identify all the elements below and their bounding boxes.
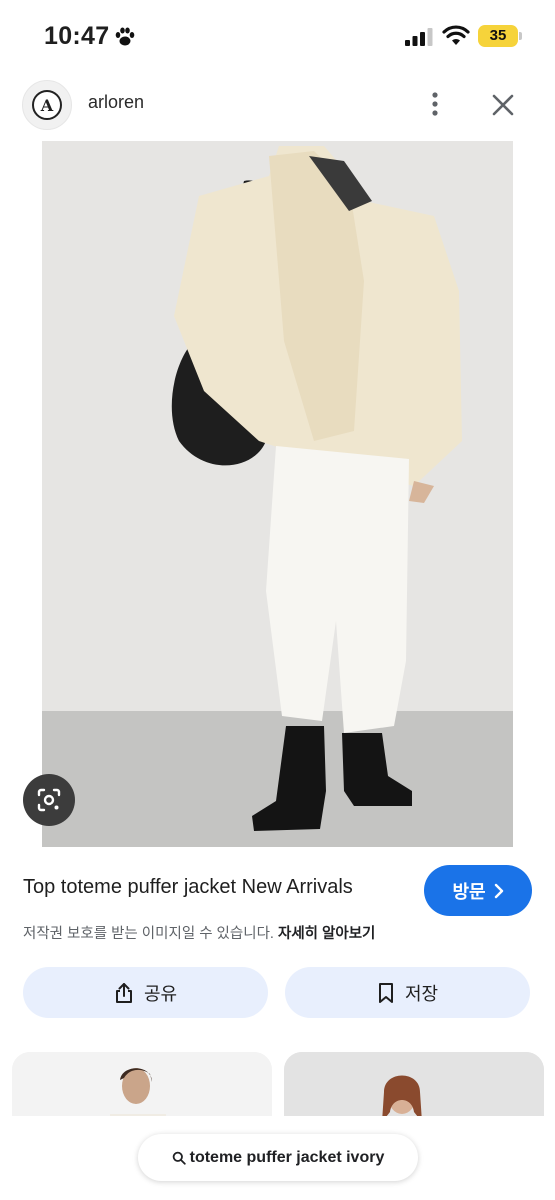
signal-icon: [405, 28, 433, 46]
learn-more-link[interactable]: 자세히 알아보기: [278, 926, 375, 942]
status-bar: 10:47 35: [0, 0, 555, 72]
status-time: 10:47: [44, 22, 110, 50]
copyright-text: 저작권 보호를 받는 이미지일 수 있습니다.: [23, 926, 274, 942]
wifi-icon: [442, 25, 470, 45]
close-icon[interactable]: [490, 92, 516, 118]
battery-tip: [519, 32, 522, 40]
visit-button-label: 방문: [452, 881, 486, 902]
save-label: 저장: [404, 983, 439, 1004]
site-logo[interactable]: A: [22, 80, 72, 130]
share-icon: [115, 982, 132, 1003]
more-vert-icon[interactable]: [424, 90, 446, 118]
product-image[interactable]: [14, 141, 542, 847]
search-query: toteme puffer jacket ivory: [189, 1148, 385, 1166]
search-icon: [172, 1151, 186, 1165]
site-logo-letter: A: [32, 90, 62, 120]
share-label: 공유: [143, 983, 178, 1004]
lens-icon: [37, 788, 61, 812]
chevron-right-icon: [494, 883, 503, 898]
site-name[interactable]: arloren: [88, 92, 144, 113]
battery-icon: 35: [478, 25, 518, 47]
save-button[interactable]: 저장: [285, 967, 530, 1018]
visit-button[interactable]: 방문: [424, 865, 532, 916]
paw-icon: [115, 27, 135, 46]
result-title[interactable]: Top toteme puffer jacket New Arrivals: [23, 876, 353, 899]
search-query-chip[interactable]: toteme puffer jacket ivory: [138, 1134, 418, 1181]
copyright-notice: 저작권 보호를 받는 이미지일 수 있습니다. 자세히 알아보기: [23, 922, 375, 943]
bookmark-icon: [378, 982, 393, 1003]
page-header: A arloren: [0, 72, 555, 136]
share-button[interactable]: 공유: [23, 967, 268, 1018]
lens-search-button[interactable]: [23, 774, 75, 826]
product-photo-illustration: [14, 141, 542, 847]
